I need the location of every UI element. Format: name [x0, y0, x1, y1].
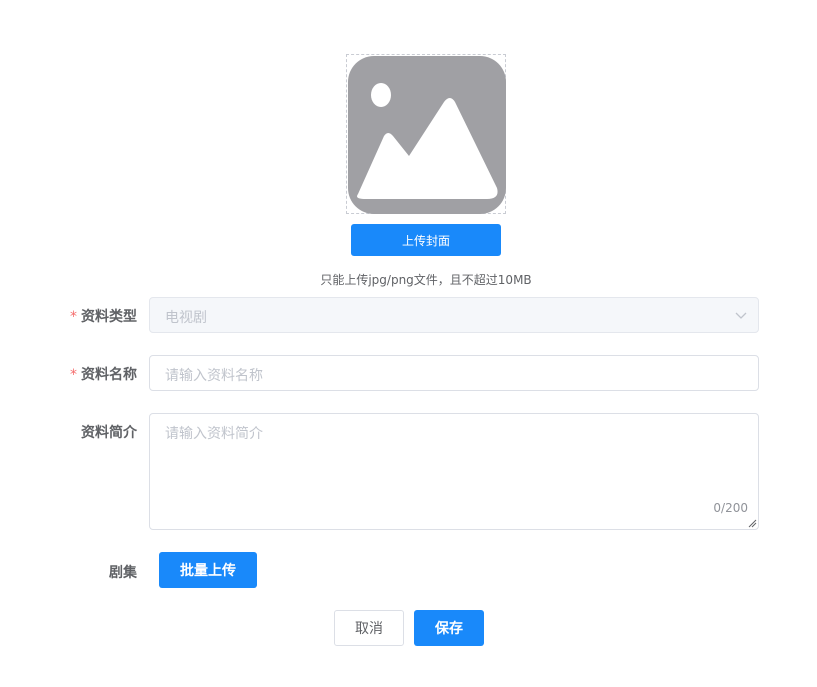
- image-placeholder-icon: [348, 56, 506, 214]
- name-input[interactable]: 请输入资料名称: [149, 355, 759, 391]
- char-counter: 0/200: [713, 501, 748, 515]
- required-mark: *: [70, 309, 77, 325]
- chevron-down-icon: [735, 312, 747, 319]
- type-label-text: 资料类型: [81, 309, 137, 325]
- name-input-placeholder: 请输入资料名称: [165, 368, 263, 384]
- cover-image-uploader[interactable]: [346, 54, 506, 214]
- save-button[interactable]: 保存: [414, 610, 484, 646]
- type-select[interactable]: 电视剧: [149, 297, 759, 333]
- type-label: * 资料类型: [0, 306, 137, 326]
- cancel-button[interactable]: 取消: [334, 610, 404, 646]
- name-label: * 资料名称: [0, 364, 137, 384]
- resize-handle-icon[interactable]: [747, 518, 757, 528]
- intro-textarea-placeholder: 请输入资料简介: [165, 426, 263, 442]
- required-mark: *: [70, 367, 77, 383]
- upload-hint: 只能上传jpg/png文件，且不超过10MB: [320, 273, 532, 287]
- name-label-text: 资料名称: [81, 367, 137, 383]
- batch-upload-button[interactable]: 批量上传: [159, 552, 257, 588]
- intro-textarea[interactable]: 请输入资料简介 0/200: [149, 413, 759, 530]
- upload-cover-button[interactable]: 上传封面: [351, 224, 501, 256]
- intro-label: 资料简介: [81, 425, 137, 441]
- episodes-label: 剧集: [109, 565, 137, 581]
- type-select-value: 电视剧: [165, 310, 207, 326]
